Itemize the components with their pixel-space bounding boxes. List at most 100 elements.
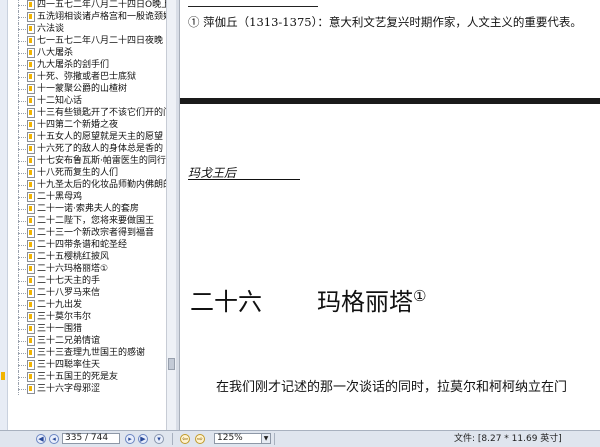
bookmark-item[interactable]: 二十三一个新改宗者得到福音 bbox=[8, 227, 166, 239]
tree-line bbox=[18, 89, 26, 90]
bookmark-item[interactable]: 二十一诺·索弗夫人的套房 bbox=[8, 203, 166, 215]
document-page-view[interactable]: ① 萍伽丘（1313-1375）：意大利文艺复兴时期作家，人文主义的重要代表。 … bbox=[180, 0, 600, 430]
bookmark-label: 八大屠杀 bbox=[37, 48, 74, 58]
bookmark-item[interactable]: 二十二陛下，您将来要做国王 bbox=[8, 215, 166, 227]
bookmark-item[interactable]: 三十三查理九世国王的感谢 bbox=[8, 347, 166, 359]
bookmark-label: 三十五国王的死是友 bbox=[37, 372, 119, 382]
bookmark-item[interactable]: 十五女人的愿望就是天主的愿望 bbox=[8, 131, 166, 143]
back-icon[interactable]: ⇦ bbox=[180, 434, 190, 444]
tree-line bbox=[18, 77, 26, 78]
bookmark-item[interactable]: 十死、弥撒或者巴士底狱 bbox=[8, 71, 166, 83]
chapter-title-text: 玛格丽塔 bbox=[317, 288, 413, 316]
chapter-number: 二十六 bbox=[190, 288, 262, 316]
bookmark-item[interactable]: 十四第二个新婚之夜 bbox=[8, 119, 166, 131]
bookmark-page-icon bbox=[27, 264, 35, 274]
bookmark-page-icon bbox=[27, 156, 35, 166]
bookmark-label: 三十一围猎 bbox=[37, 324, 83, 334]
bookmark-label: 三十三查理九世国王的感谢 bbox=[37, 348, 146, 358]
bookmark-page-icon bbox=[27, 384, 35, 394]
bookmark-page-icon bbox=[27, 60, 35, 70]
tree-line bbox=[18, 341, 26, 342]
zoom-dropdown-chevron-icon[interactable]: ▼ bbox=[262, 433, 271, 444]
bookmark-item[interactable]: 十六死了的敌人的身体总是香的 bbox=[8, 143, 166, 155]
bookmark-label: 九大屠杀的刽手们 bbox=[37, 60, 110, 70]
bookmark-item[interactable]: 十二知心话 bbox=[8, 95, 166, 107]
bookmark-item[interactable]: 二十黑母鸡 bbox=[8, 191, 166, 203]
bookmark-item[interactable]: 五洗翊相谈诸卢格宫和一殷诡颈婚 bbox=[8, 11, 166, 23]
bookmark-label: 二十四带条谱和蛇圣经 bbox=[37, 240, 128, 250]
bookmark-label: 二十六玛格丽塔① bbox=[37, 264, 109, 274]
bookmark-item[interactable]: 十三有些锁匙开了不该它们开的门 bbox=[8, 107, 166, 119]
bookmark-item[interactable]: 三十二兄弟情谊 bbox=[8, 335, 166, 347]
tree-line bbox=[18, 65, 26, 66]
bookmark-label: 十三有些锁匙开了不该它们开的门 bbox=[37, 108, 166, 118]
bookmark-page-icon bbox=[27, 240, 35, 250]
tree-line bbox=[18, 293, 26, 294]
bookmark-item[interactable]: 十七安布鲁瓦斯·帕雷医生的同行 bbox=[8, 155, 166, 167]
bookmark-item[interactable]: 六法谈 bbox=[8, 23, 166, 35]
bookmark-page-icon bbox=[27, 324, 35, 334]
bookmark-item[interactable]: 八大屠杀 bbox=[8, 47, 166, 59]
bookmark-item[interactable]: 十九圣太后的化妆品师勤内佛朗的 bbox=[8, 179, 166, 191]
tree-line bbox=[18, 209, 26, 210]
bookmark-item[interactable]: 七一五七二年八月二十四日夜晚 bbox=[8, 35, 166, 47]
bookmark-item[interactable]: 二十五樱桃红披风 bbox=[8, 251, 166, 263]
bookmark-item[interactable]: 二十八罗马来信 bbox=[8, 287, 166, 299]
scrollbar-thumb[interactable] bbox=[168, 358, 175, 370]
zoom-field[interactable]: 125% bbox=[214, 433, 262, 444]
tree-line bbox=[18, 101, 26, 102]
bookmark-item[interactable]: 十八死而复生的人们 bbox=[8, 167, 166, 179]
bookmark-item[interactable]: 九大屠杀的刽手们 bbox=[8, 59, 166, 71]
bookmark-page-icon bbox=[27, 192, 35, 202]
previous-page-icon[interactable]: ◂ bbox=[49, 434, 59, 444]
bookmark-item[interactable]: 三十莫尔韦尔 bbox=[8, 311, 166, 323]
bookmark-item[interactable]: 十一蒙聚公爵的山楂树 bbox=[8, 83, 166, 95]
bookmark-page-icon bbox=[27, 132, 35, 142]
bookmark-label: 十二知心话 bbox=[37, 96, 83, 106]
bookmark-label: 十七安布鲁瓦斯·帕雷医生的同行 bbox=[37, 156, 166, 166]
bookmark-item[interactable]: 四一五七二年八月二十四日O晚上 bbox=[8, 0, 166, 11]
tree-line bbox=[18, 377, 26, 378]
status-bar: ◀ ◂ 335 / 744 ▸ ▶ ▾ ⇦ ⇨ 125% ▼ 文件: [8.27… bbox=[0, 430, 600, 447]
bookmark-item[interactable]: 三十六字母邪涩 bbox=[8, 383, 166, 395]
bookmark-item[interactable]: 三十四聪率住天 bbox=[8, 359, 166, 371]
bookmark-item[interactable]: 三十五国王的死是友 bbox=[8, 371, 166, 383]
footnote-rule bbox=[188, 6, 318, 7]
first-page-icon[interactable]: ◀ bbox=[36, 434, 46, 444]
tree-line bbox=[18, 233, 26, 234]
tree-line bbox=[18, 113, 26, 114]
bookmark-label: 十六死了的敌人的身体总是香的 bbox=[37, 144, 164, 154]
bookmark-page-icon bbox=[27, 360, 35, 370]
page-number-input[interactable]: 335 / 744 bbox=[62, 433, 120, 444]
next-page-icon[interactable]: ▸ bbox=[125, 434, 135, 444]
bookmark-item[interactable]: 二十六玛格丽塔① bbox=[8, 263, 166, 275]
bookmark-page-icon bbox=[27, 120, 35, 130]
bookmark-item[interactable]: 二十四带条谱和蛇圣经 bbox=[8, 239, 166, 251]
bookmark-label: 二十七天主的手 bbox=[37, 276, 101, 286]
tree-line bbox=[18, 245, 26, 246]
bookmark-page-icon bbox=[27, 276, 35, 286]
bookmark-label: 五洗翊相谈诸卢格宫和一殷诡颈婚 bbox=[37, 12, 166, 22]
tree-line bbox=[18, 29, 26, 30]
bookmark-item[interactable]: 二十九出发 bbox=[8, 299, 166, 311]
tree-line bbox=[18, 161, 26, 162]
tree-line bbox=[18, 125, 26, 126]
tree-line bbox=[18, 137, 26, 138]
last-page-icon[interactable]: ▶ bbox=[138, 434, 148, 444]
running-head-rule bbox=[188, 179, 300, 180]
page-options-icon[interactable]: ▾ bbox=[154, 434, 164, 444]
left-panel-strip[interactable] bbox=[0, 0, 8, 430]
tree-line bbox=[18, 353, 26, 354]
bookmark-item[interactable]: 二十七天主的手 bbox=[8, 275, 166, 287]
bookmark-label: 二十九出发 bbox=[37, 300, 83, 310]
bookmark-page-icon bbox=[27, 72, 35, 82]
forward-icon[interactable]: ⇨ bbox=[195, 434, 205, 444]
bookmark-label: 十八死而复生的人们 bbox=[37, 168, 119, 178]
bookmark-page-icon bbox=[27, 252, 35, 262]
bookmark-page-icon bbox=[27, 348, 35, 358]
bookmark-page-icon bbox=[27, 12, 35, 22]
bookmark-page-icon bbox=[27, 108, 35, 118]
bookmark-item[interactable]: 三十一围猎 bbox=[8, 323, 166, 335]
bookmarks-tree[interactable]: 四一五七二年八月二十四日O晚上 五洗翊相谈诸卢格宫和一殷诡颈婚 六法谈 七一五七二年八… bbox=[8, 0, 166, 430]
bookmark-label: 三十六字母邪涩 bbox=[37, 384, 101, 394]
